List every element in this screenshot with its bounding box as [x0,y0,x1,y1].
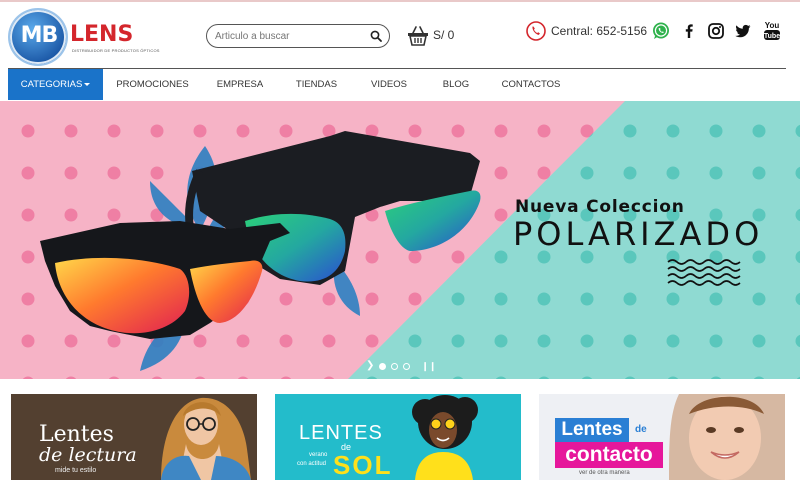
card-contacto-highlight: contacto [555,442,663,468]
site-header: MB LENS DISTRIBUIDOR DE PRODUCTOS ÓPTICO… [0,2,800,68]
twitter-icon[interactable] [733,21,753,41]
main-nav: CATEGORIAS PROMOCIONES EMPRESA TIENDAS V… [8,69,786,100]
basket-icon[interactable] [406,24,430,48]
facebook-icon[interactable] [679,21,699,41]
category-card-sol[interactable]: LENTES de SOL verano con actitud [275,394,521,480]
search-icon[interactable] [370,30,382,42]
nav-item-label: CATEGORIAS [20,79,83,90]
svg-text:You: You [765,21,780,30]
phone-icon [526,21,546,41]
slide-dot-3[interactable] [403,362,411,370]
nav-item-blog[interactable]: BLOG [423,69,489,100]
nav-item-promociones[interactable]: PROMOCIONES [103,69,202,100]
category-card-lectura[interactable]: Lentes de lectura mide tu estilo [11,394,257,480]
search-input[interactable] [215,28,365,44]
card-contacto-title: Lentes [555,418,629,442]
card-sol-caption-1: verano [309,452,328,458]
central-phone[interactable]: Central: 652-5156 [551,24,647,38]
card-contacto-connector: de [635,424,647,435]
logo-tagline: DISTRIBUIDOR DE PRODUCTOS ÓPTICOS [72,48,160,53]
banner-subtitle: Nueva Coleccion [515,197,685,217]
search-box [206,24,390,48]
svg-text:Tube: Tube [764,33,780,40]
instagram-icon[interactable] [706,21,726,41]
nav-item-videos[interactable]: VIDEOS [355,69,423,100]
logo-lens-text: LENS [70,22,134,47]
card-sol-caption-2: con actitud [297,461,327,467]
nav-item-empresa[interactable]: EMPRESA [202,69,278,100]
card-contacto-caption: ver de otra manera [579,470,630,476]
youtube-icon[interactable]: You Tube [762,21,782,41]
slide-dot-1[interactable] [379,362,387,370]
chevron-right-icon[interactable]: ❯ [366,361,374,371]
brand-logo[interactable]: MB LENS DISTRIBUIDOR DE PRODUCTOS ÓPTICO… [8,8,159,66]
slide-dot-2[interactable] [391,362,399,370]
slider-controls: ❯ ❙❙ [366,361,436,372]
nav-item-tiendas[interactable]: TIENDAS [278,69,355,100]
banner-title: POLARIZADO [513,215,764,253]
category-card-contacto[interactable]: Lentes de contacto ver de otra manera [539,394,785,480]
caret-down-icon [84,83,91,86]
nav-item-contactos[interactable]: CONTACTOS [489,69,573,100]
nav-item-categorias[interactable]: CATEGORIAS [8,69,103,100]
card-lectura-caption: mide tu estilo [55,467,97,474]
card-lectura-script: de lectura [39,444,137,466]
card-sol-script: SOL [333,450,393,480]
pause-icon[interactable]: ❙❙ [421,361,436,371]
logo-mb-text: MB [20,23,59,48]
whatsapp-icon[interactable] [651,21,671,41]
cart-total[interactable]: S/ 0 [433,28,454,42]
